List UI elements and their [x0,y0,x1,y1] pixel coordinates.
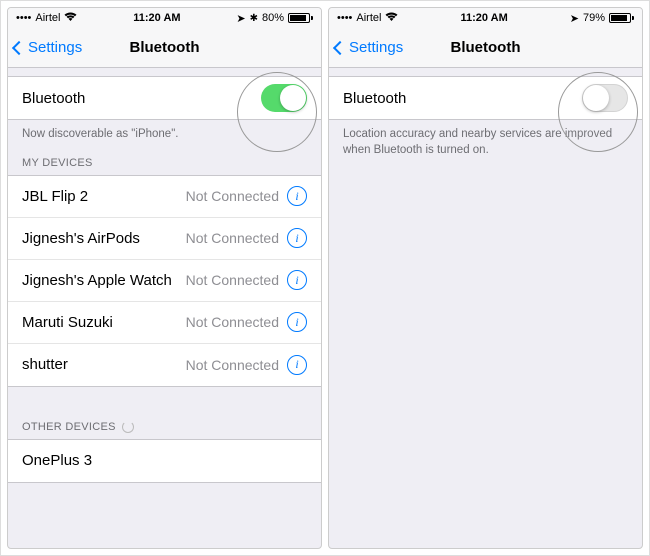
carrier-label: Airtel [356,12,381,24]
bluetooth-off-note: Location accuracy and nearby services ar… [329,120,642,164]
device-row[interactable]: shutter Not Connected i [8,344,321,386]
nav-bar: Settings Bluetooth [329,28,642,68]
info-icon[interactable]: i [287,312,307,332]
device-row[interactable]: Jignesh's AirPods Not Connected i [8,218,321,260]
back-button[interactable]: Settings [329,39,403,56]
other-devices-list: OnePlus 3 [8,439,321,483]
chevron-left-icon [12,40,26,54]
carrier-label: Airtel [35,12,60,24]
info-icon[interactable]: i [287,355,307,375]
bluetooth-toggle-row: Bluetooth [329,77,642,119]
back-label: Settings [28,39,82,56]
battery-pct-label: 79% [583,12,605,24]
bluetooth-toggle-section: Bluetooth [329,76,642,120]
back-label: Settings [349,39,403,56]
device-row[interactable]: JBL Flip 2 Not Connected i [8,176,321,218]
device-status: Not Connected [186,272,279,288]
device-row[interactable]: OnePlus 3 [8,440,321,482]
bluetooth-icon: ✱ [250,13,258,24]
bluetooth-toggle-label: Bluetooth [22,90,261,107]
spinner-icon [122,421,134,433]
chevron-left-icon [333,40,347,54]
discoverable-note: Now discoverable as "iPhone". [8,120,321,149]
device-name: JBL Flip 2 [22,188,186,205]
clock-label: 11:20 AM [133,12,180,24]
bluetooth-toggle-section: Bluetooth [8,76,321,120]
device-row[interactable]: Maruti Suzuki Not Connected i [8,302,321,344]
info-icon[interactable]: i [287,186,307,206]
phone-left: •••• Airtel 11:20 AM ➤ ✱ 80% Settings Bl… [7,7,322,549]
nav-bar: Settings Bluetooth [8,28,321,68]
battery-pct-label: 80% [262,12,284,24]
info-icon[interactable]: i [287,270,307,290]
clock-label: 11:20 AM [460,12,507,24]
toggle-knob [583,85,609,111]
my-devices-list: JBL Flip 2 Not Connected i Jignesh's Air… [8,175,321,387]
status-bar: •••• Airtel 11:20 AM ➤ 79% [329,8,642,28]
info-icon[interactable]: i [287,228,307,248]
status-bar: •••• Airtel 11:20 AM ➤ ✱ 80% [8,8,321,28]
signal-icon: •••• [337,12,352,24]
bluetooth-toggle-label: Bluetooth [343,90,582,107]
other-devices-header: OTHER DEVICES [8,413,321,439]
device-name: shutter [22,356,186,373]
device-status: Not Connected [186,188,279,204]
battery-icon [609,13,634,23]
device-name: Jignesh's Apple Watch [22,272,186,289]
page-title: Bluetooth [130,39,200,56]
my-devices-header: MY DEVICES [8,149,321,175]
bluetooth-toggle[interactable] [261,84,307,112]
toggle-knob [280,85,306,111]
wifi-icon [385,12,398,25]
location-icon: ➤ [236,12,245,25]
location-icon: ➤ [570,12,579,25]
battery-icon [288,13,313,23]
bluetooth-toggle[interactable] [582,84,628,112]
page-title: Bluetooth [451,39,521,56]
bluetooth-toggle-row: Bluetooth [8,77,321,119]
wifi-icon [64,12,77,25]
device-name: Jignesh's AirPods [22,230,186,247]
device-status: Not Connected [186,230,279,246]
device-status: Not Connected [186,357,279,373]
back-button[interactable]: Settings [8,39,82,56]
signal-icon: •••• [16,12,31,24]
other-devices-label: OTHER DEVICES [22,421,116,433]
device-name: OnePlus 3 [22,452,307,469]
device-row[interactable]: Jignesh's Apple Watch Not Connected i [8,260,321,302]
device-status: Not Connected [186,314,279,330]
device-name: Maruti Suzuki [22,314,186,331]
phone-right: •••• Airtel 11:20 AM ➤ 79% Settings Blue… [328,7,643,549]
